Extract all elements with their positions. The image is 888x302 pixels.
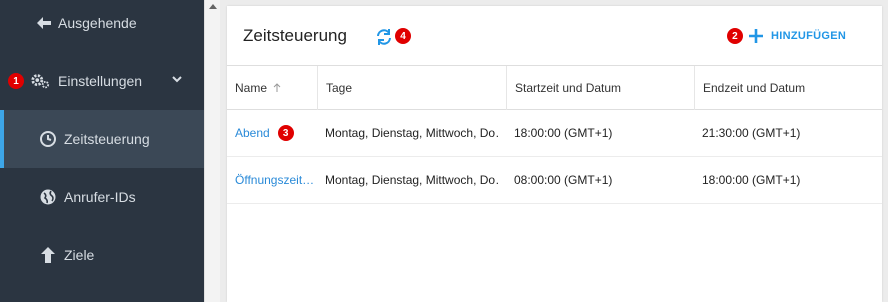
arrow-up-icon [38, 245, 58, 265]
row-name-cell[interactable]: Öffnungszeit… [235, 157, 317, 203]
schedule-table: Name Tage Startzeit und Datum Endzeit un… [227, 65, 882, 204]
scroll-up-icon[interactable] [209, 4, 217, 9]
sidebar-item-label: Ausgehende [58, 15, 137, 31]
row-start-cell: 08:00:00 (GMT+1) [514, 173, 613, 187]
scrollbar[interactable] [204, 0, 220, 302]
sidebar-item-label: Ziele [64, 247, 95, 263]
table-row[interactable]: Öffnungszeit… Montag, Dienstag, Mittwoch… [227, 157, 882, 204]
clock-icon [38, 129, 58, 149]
refresh-icon[interactable] [375, 28, 393, 46]
row-end-cell: 18:00:00 (GMT+1) [702, 173, 801, 187]
row-name-link[interactable]: Öffnungszeit… [235, 173, 314, 187]
sidebar-item-label: Einstellungen [58, 73, 143, 89]
row-days-cell: Montag, Dienstag, Mittwoch, Do… [325, 173, 500, 187]
globe-icon [38, 187, 58, 207]
arrow-left-icon [34, 13, 54, 33]
main-panel: Zeitsteuerung 4 2 HINZUFÜGEN Name Tage S… [227, 6, 882, 302]
annotation-badge: 3 [277, 125, 294, 141]
row-end-cell: 21:30:00 (GMT+1) [702, 126, 801, 140]
sidebar-item-anrufer-ids[interactable]: Anrufer-IDs [0, 168, 204, 226]
add-button-label: HINZUFÜGEN [771, 30, 847, 42]
column-header-label: Startzeit und Datum [515, 81, 622, 95]
column-header-startzeit[interactable]: Startzeit und Datum [506, 66, 694, 110]
page-title: Zeitsteuerung [243, 26, 347, 45]
sidebar-item-zeitsteuerung[interactable]: Zeitsteuerung [0, 110, 204, 168]
annotation-badge: 2 [727, 28, 743, 44]
column-header-name[interactable]: Name [227, 66, 317, 110]
sort-ascending-icon [273, 83, 281, 92]
annotation-badge: 1 [8, 73, 24, 89]
row-days-cell: Montag, Dienstag, Mittwoch, Do… [325, 126, 500, 140]
add-button[interactable]: 2 HINZUFÜGEN [727, 26, 846, 46]
sidebar-item-einstellungen[interactable]: 1 Einstellungen [0, 52, 204, 110]
column-header-tage[interactable]: Tage [317, 66, 506, 110]
plus-icon [749, 29, 763, 43]
column-header-label: Name [235, 81, 268, 95]
annotation-badge: 4 [395, 28, 411, 44]
sidebar-item-label: Anrufer-IDs [64, 189, 136, 205]
row-name-cell[interactable]: Abend 3 [235, 110, 317, 156]
chevron-down-icon[interactable] [171, 72, 183, 84]
column-header-label: Tage [326, 81, 353, 95]
sidebar-item-ausgehende[interactable]: Ausgehende [0, 0, 204, 52]
gears-icon [30, 71, 50, 91]
table-header: Name Tage Startzeit und Datum Endzeit un… [227, 65, 882, 110]
row-name-link[interactable]: Abend [235, 126, 270, 140]
sidebar-item-ziele[interactable]: Ziele [0, 226, 204, 284]
column-header-endzeit[interactable]: Endzeit und Datum [694, 66, 882, 110]
sidebar-item-label: Zeitsteuerung [64, 131, 150, 147]
row-start-cell: 18:00:00 (GMT+1) [514, 126, 613, 140]
sidebar: Ausgehende 1 Einstellungen Zeitsteuerung… [0, 0, 204, 302]
column-header-label: Endzeit und Datum [703, 81, 806, 95]
table-row[interactable]: Abend 3 Montag, Dienstag, Mittwoch, Do… … [227, 110, 882, 157]
